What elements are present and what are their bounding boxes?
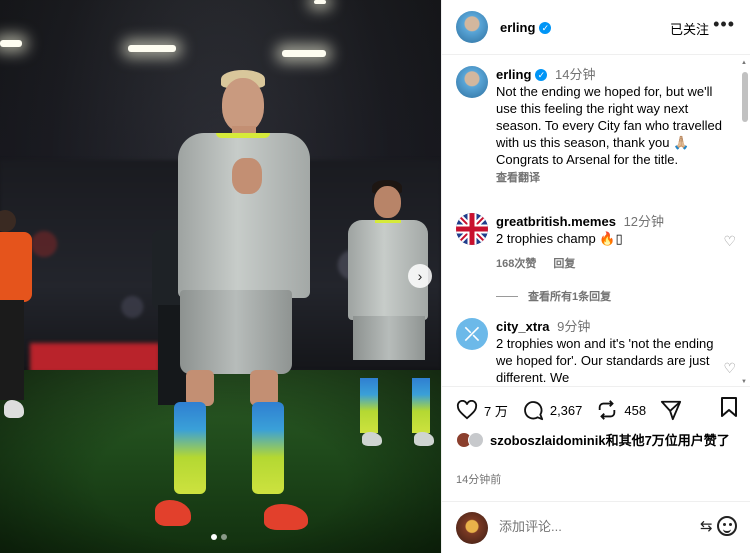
chevron-right-icon: ›: [417, 268, 423, 284]
caption-time: 14分钟: [555, 67, 596, 82]
floodlight: [314, 0, 326, 4]
heart-icon[interactable]: ♡: [723, 233, 736, 250]
comment-icon: [524, 401, 543, 421]
scroll-down-icon[interactable]: ▼: [741, 379, 747, 385]
commenter-username[interactable]: greatbritish.memes: [496, 214, 616, 229]
carousel-dot: [221, 534, 227, 540]
like-count: 7 万: [484, 403, 508, 419]
floodlight: [282, 50, 326, 57]
share-count: 458: [624, 402, 647, 418]
repost-button[interactable]: 458: [596, 399, 646, 421]
liker-avatars: [456, 432, 488, 448]
caption-username[interactable]: erling ✓: [496, 67, 548, 82]
comment-likes[interactable]: 168次赞: [496, 258, 536, 270]
gif-icon[interactable]: ⇆: [700, 517, 713, 535]
commenter-avatar[interactable]: ⤫: [456, 318, 488, 350]
comment-text: 2 trophies champ 🔥▯: [496, 231, 623, 246]
advertising-board: [30, 343, 160, 373]
verified-icon: ✓: [535, 69, 548, 81]
more-icon[interactable]: •••: [713, 14, 735, 35]
commenter-username[interactable]: city_xtra: [496, 319, 549, 334]
reply-button[interactable]: 回复: [553, 258, 575, 270]
emoji-icon[interactable]: [717, 516, 737, 536]
comments-scrollbar[interactable]: ▲ ▼: [741, 60, 749, 385]
likes-summary[interactable]: 和其他7万位用户赞了: [606, 433, 730, 448]
union-jack-icon: [456, 213, 488, 245]
author-username[interactable]: erling ✓: [500, 20, 552, 35]
comment-input[interactable]: [499, 519, 699, 534]
author-avatar[interactable]: [456, 11, 488, 43]
post-actions: 7 万 2,367 458 szoboszlaidominik和其他7万位用户赞…: [442, 386, 750, 552]
bookmark-icon[interactable]: [721, 397, 737, 417]
post-timestamp[interactable]: 14分钟前: [456, 471, 501, 487]
liker-username[interactable]: szoboszlaidominik: [490, 433, 606, 448]
post-photo[interactable]: ›: [0, 0, 441, 553]
comment-button[interactable]: 2,367: [522, 399, 583, 421]
heart-icon: [456, 400, 478, 420]
author-avatar[interactable]: [456, 66, 488, 98]
floodlight: [0, 40, 22, 47]
following-button[interactable]: 已关注: [670, 19, 709, 38]
send-button[interactable]: [660, 399, 688, 421]
comments-section[interactable]: erling ✓ 14分钟 Not the ending we hoped for…: [442, 56, 742, 386]
add-comment-bar: ⇆: [442, 501, 750, 553]
comment-time: 12分钟: [623, 214, 665, 229]
caption-text: Not the ending we hoped for, but we'll u…: [496, 84, 722, 167]
carousel-dots: [211, 534, 227, 540]
scroll-up-icon[interactable]: ▲: [741, 60, 747, 66]
heart-icon[interactable]: ♡: [723, 360, 736, 377]
view-replies-button[interactable]: 查看所有1条回复: [496, 288, 611, 304]
floodlight: [128, 45, 176, 52]
comment-count: 2,367: [549, 402, 583, 418]
post-panel: erling ✓ 已关注 ••• erling ✓ 14分钟 Not the end…: [441, 0, 750, 553]
translate-link[interactable]: 查看翻译: [496, 172, 540, 184]
comment-time: 9分钟: [557, 319, 591, 334]
repost-icon: [599, 400, 616, 420]
commenter-avatar[interactable]: [456, 213, 488, 245]
verified-icon: ✓: [539, 21, 552, 34]
liked-by: szoboszlaidominik和其他7万位用户赞了: [456, 432, 741, 449]
like-button[interactable]: 7 万: [456, 400, 508, 420]
share-icon: [661, 400, 682, 421]
current-user-avatar: [456, 512, 488, 544]
post-header: erling ✓ 已关注 •••: [442, 0, 750, 55]
carousel-next-button[interactable]: ›: [408, 264, 432, 288]
carousel-dot-active: [211, 534, 217, 540]
scrollbar-thumb[interactable]: [742, 72, 748, 122]
comment-text: 2 trophies won and it's 'not the ending …: [496, 336, 714, 385]
